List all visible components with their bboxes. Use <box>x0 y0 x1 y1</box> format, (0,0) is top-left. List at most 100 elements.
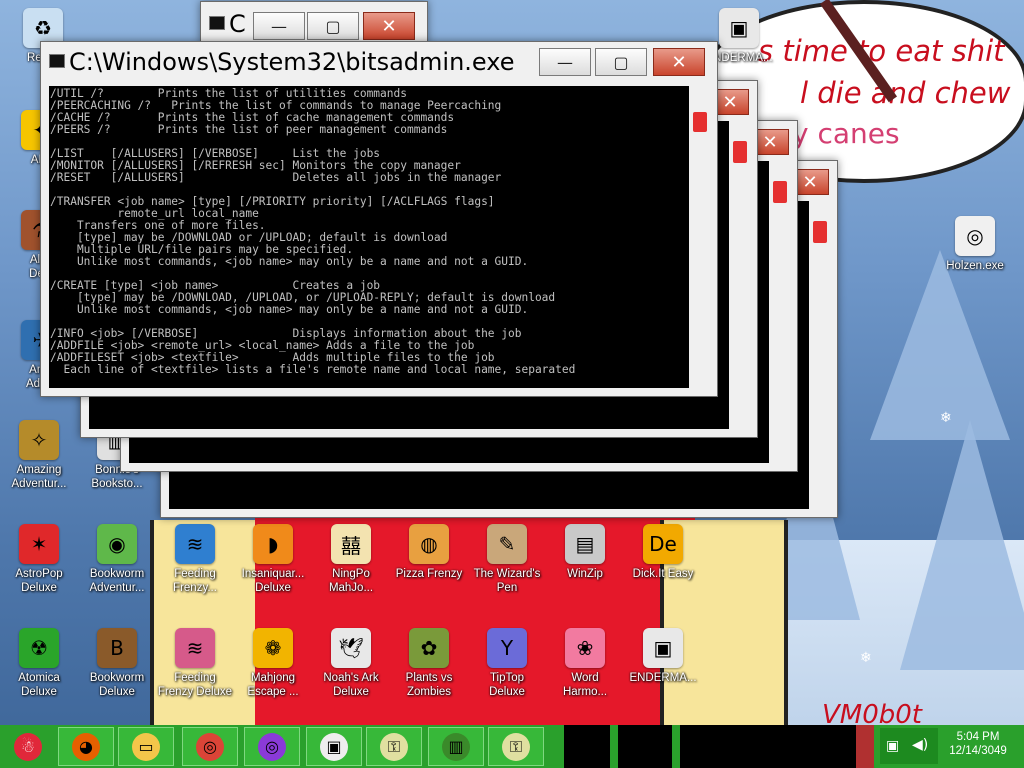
network-icon[interactable]: ▣ <box>886 738 899 754</box>
desktop-icon-insaniquarium[interactable]: ◗ Insaniquar... Deluxe <box>234 524 312 595</box>
desktop-icon-label: The Wizard's Pen <box>473 568 541 594</box>
keys-app-icon: ⚿ <box>380 732 408 761</box>
feeding-frenzy-icon: ≋ <box>175 524 215 564</box>
console-text: /UTIL /? Prints the list of utilities co… <box>50 88 576 376</box>
astropop-icon: ✶ <box>19 524 59 564</box>
taskbar-window-button[interactable] <box>856 725 874 768</box>
vertical-scrollbar[interactable] <box>811 201 829 509</box>
desktop-icon-label: Bookworm Deluxe <box>89 672 145 698</box>
taskbar-button-folder-striped[interactable]: ▥ <box>428 727 484 766</box>
file-explorer-icon: ▭ <box>132 732 160 761</box>
dickit-easy-icon: De <box>643 524 683 564</box>
clock-time: 5:04 PM <box>956 731 1000 743</box>
desktop-icon-label: Atomica Deluxe <box>18 672 60 698</box>
maximize-button[interactable]: ▢ <box>307 12 359 40</box>
maximize-icon: ▢ <box>325 16 341 36</box>
taskbar-button-holzen[interactable]: ◎ <box>244 727 300 766</box>
desktop-icon-label: Insaniquar... Deluxe <box>241 568 305 594</box>
minimize-button[interactable]: — <box>253 12 305 40</box>
close-button[interactable]: ✕ <box>653 48 705 76</box>
ningpo-mahjong-icon: 囍 <box>331 524 371 564</box>
taskbar-button-keys-app-1[interactable]: ⚿ <box>366 727 422 766</box>
taskbar-button-chrome[interactable]: ◎ <box>182 727 238 766</box>
desktop-icon-wizards[interactable]: ✎ The Wizard's Pen <box>468 524 546 595</box>
vertical-scrollbar[interactable] <box>731 121 749 429</box>
desktop-icon-label: AstroPop Deluxe <box>15 568 63 594</box>
desktop-icon-label: NingPo MahJo... <box>328 568 374 594</box>
desktop-icon-bookworm[interactable]: ◉ Bookworm Adventur... <box>78 524 156 595</box>
desktop-icon-winzip[interactable]: ▤ WinZip <box>546 524 624 581</box>
desktop-icon-label: WinZip <box>567 568 603 580</box>
desktop-icon-label: Feeding Frenzy Deluxe <box>157 672 233 698</box>
console-app-icon <box>49 54 65 68</box>
enderman-app-icon: ▣ <box>643 628 683 668</box>
desktop-icon-label: ENDERMA... <box>629 672 697 684</box>
desktop-icon-holzen[interactable]: ◎ Holzen.exe <box>936 216 1014 273</box>
bookworm-adventures-icon: ◉ <box>97 524 137 564</box>
desktop-icon-wordharmony[interactable]: ❀ Word Harmo... <box>546 628 624 699</box>
scrollbar-thumb[interactable] <box>813 221 827 243</box>
desktop-icon-ningpo[interactable]: 囍 NingPo MahJo... <box>312 524 390 595</box>
scrollbar-thumb[interactable] <box>693 112 707 132</box>
atomica-icon: ☢ <box>19 628 59 668</box>
desktop-icon-label: Feeding Frenzy... <box>173 568 217 594</box>
snowflake: ❄ <box>860 650 872 666</box>
desktop-icon-bookworm2[interactable]: B Bookworm Deluxe <box>78 628 156 699</box>
firefox-icon: ◕ <box>72 732 100 761</box>
bubble-line-2: l die and chew <box>800 76 1011 110</box>
scrollbar-thumb[interactable] <box>733 141 747 163</box>
desktop-icon-label: TipTop Deluxe <box>489 672 525 698</box>
taskbar-window-button[interactable] <box>564 725 610 768</box>
start-button[interactable]: ☃ <box>2 727 54 766</box>
console-window-back-1[interactable]: C — ▢ ✕ <box>200 1 428 43</box>
santa-start-icon: ☃ <box>14 732 42 761</box>
taskbar-window-button[interactable] <box>680 725 856 768</box>
feeding-frenzy-deluxe-icon: ≋ <box>175 628 215 668</box>
maximize-button[interactable]: ▢ <box>595 48 647 76</box>
bookworm-deluxe-icon: B <box>97 628 137 668</box>
system-tray: ▣ ◀) <box>880 728 938 764</box>
desktop-icon-mahjong[interactable]: ❁ Mahjong Escape ... <box>234 628 312 699</box>
snowflake: ❄ <box>940 410 952 426</box>
chrome-icon: ◎ <box>196 732 224 761</box>
wallpaper-tree <box>900 420 1024 670</box>
bubble-line-3: y canes <box>792 117 900 150</box>
taskbar-button-keys-app-2[interactable]: ⚿ <box>488 727 544 766</box>
desktop-icon-label: Holzen.exe <box>946 260 1004 272</box>
desktop-icon-atomica[interactable]: ☢ Atomica Deluxe <box>0 628 78 699</box>
desktop-icon-label: Bookworm Adventur... <box>89 568 145 594</box>
desktop-icon-label: Pizza Frenzy <box>395 568 463 580</box>
desktop-icon-pvz[interactable]: ✿ Plants vs Zombies <box>390 628 468 699</box>
console-app-icon <box>209 16 225 30</box>
close-button[interactable]: ✕ <box>363 12 415 40</box>
winzip-icon: ▤ <box>565 524 605 564</box>
taskbar-window-button[interactable] <box>618 725 672 768</box>
minimize-button[interactable]: — <box>539 48 591 76</box>
window-titlebar[interactable]: C:\Windows\System32\bitsadmin.exe — ▢ ✕ <box>41 42 717 82</box>
desktop-icon-pizza[interactable]: ◍ Pizza Frenzy <box>390 524 468 581</box>
vertical-scrollbar[interactable] <box>691 86 709 388</box>
desktop-icon-feeding2[interactable]: ≋ Feeding Frenzy Deluxe <box>156 628 234 699</box>
desktop-icon-amaz2[interactable]: ✧ Amazing Adventur... <box>0 420 78 491</box>
taskbar-button-app-window[interactable]: ▣ <box>306 727 362 766</box>
desktop-icon-enderma2[interactable]: ▣ ENDERMA... <box>624 628 702 685</box>
taskbar-button-firefox[interactable]: ◕ <box>58 727 114 766</box>
scrollbar-thumb[interactable] <box>773 181 787 203</box>
bubble-line-1: s time to eat shit <box>758 34 1005 68</box>
mahjong-escape-icon: ❁ <box>253 628 293 668</box>
desktop-icon-label: Plants vs Zombies <box>405 672 453 698</box>
noahs-ark-icon: 🕊 <box>331 628 371 668</box>
holzen-icon: ◎ <box>955 216 995 256</box>
volume-icon[interactable]: ◀) <box>912 737 928 753</box>
minimize-icon: — <box>557 52 573 72</box>
vertical-scrollbar[interactable] <box>771 161 789 463</box>
desktop-icon-tiptop[interactable]: Y TipTop Deluxe <box>468 628 546 699</box>
desktop-icon-astropop[interactable]: ✶ AstroPop Deluxe <box>0 524 78 595</box>
amazing-adventures-compass-icon: ✧ <box>19 420 59 460</box>
taskbar-button-file-explorer[interactable]: ▭ <box>118 727 174 766</box>
enderman-top-icon: ▣ <box>719 8 759 48</box>
desktop-icon-noahs[interactable]: 🕊 Noah's Ark Deluxe <box>312 628 390 699</box>
desktop-icon-feeding1[interactable]: ≋ Feeding Frenzy... <box>156 524 234 595</box>
desktop-icon-dickit[interactable]: De Dick.It Easy <box>624 524 702 581</box>
taskbar-clock[interactable]: 5:04 PM 12/14/3049 <box>938 730 1018 758</box>
